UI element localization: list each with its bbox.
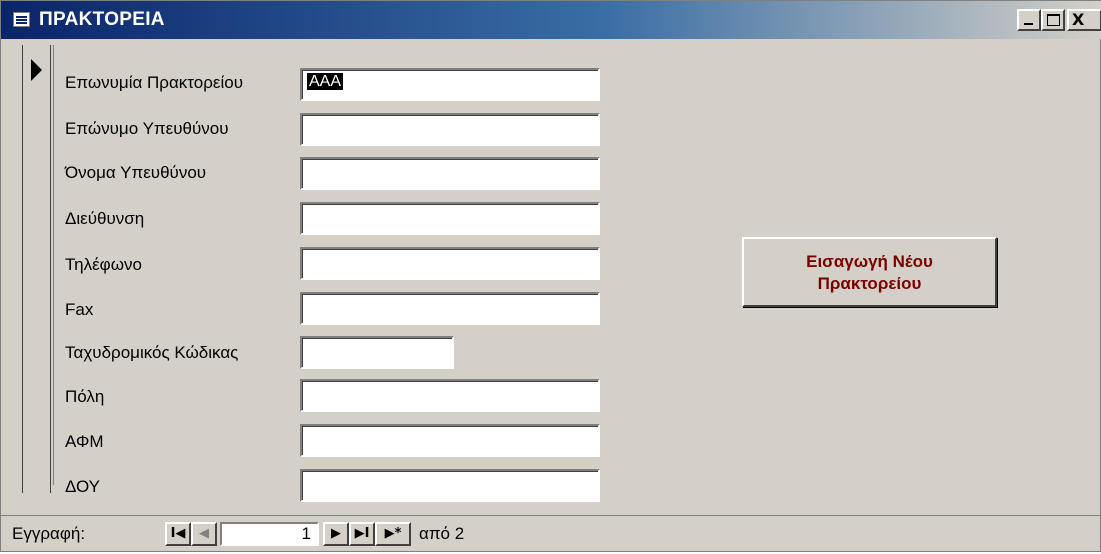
record-selector[interactable] xyxy=(22,45,51,493)
label-address: Διεύθυνση xyxy=(65,209,145,228)
record-label: Εγγραφή: xyxy=(12,524,86,543)
afm-field[interactable] xyxy=(300,424,600,457)
first-record-button[interactable]: I◀ xyxy=(165,522,191,546)
manager-surname-field[interactable] xyxy=(300,113,600,146)
label-agency-name: Επωνυμία Πρακτορείου xyxy=(65,73,244,92)
last-record-button[interactable]: ▶I xyxy=(349,522,375,546)
label-city: Πόλη xyxy=(65,387,105,406)
current-record-input[interactable]: 1 xyxy=(220,522,319,546)
label-afm: ΑΦΜ xyxy=(65,432,104,451)
detail-divider xyxy=(53,45,54,485)
fax-field[interactable] xyxy=(300,292,600,325)
label-manager-name: Όνομα Υπευθύνου xyxy=(65,163,207,182)
label-postal-code: Ταχυδρομικός Κώδικας xyxy=(65,343,239,362)
close-button[interactable]: X xyxy=(1067,9,1101,31)
manager-name-field[interactable] xyxy=(300,157,600,190)
minimize-button[interactable] xyxy=(1017,9,1041,31)
title-bar[interactable]: ΠΡΑΚΤΟΡΕΙΑ X xyxy=(1,1,1101,39)
city-field[interactable] xyxy=(300,379,600,412)
current-record-arrow-icon xyxy=(31,59,42,81)
record-selector-border xyxy=(22,45,23,493)
new-agency-button[interactable]: Εισαγωγή Νέου Πρακτορείου xyxy=(742,237,997,307)
new-record-button[interactable]: ▶* xyxy=(375,522,411,546)
new-agency-button-line2: Πρακτορείου xyxy=(817,274,922,293)
agency-name-field[interactable]: ΑΑΑ xyxy=(300,68,600,101)
record-count-text: από 2 xyxy=(419,524,465,543)
agency-name-value: ΑΑΑ xyxy=(307,73,344,90)
label-phone: Τηλέφωνο xyxy=(65,255,142,274)
record-navigation-bar: Εγγραφή: I◀ ◀ 1 ▶ ▶I ▶* από 2 xyxy=(1,515,1101,554)
new-agency-button-line1: Εισαγωγή Νέου xyxy=(806,252,933,271)
address-field[interactable] xyxy=(300,202,600,235)
agencies-form-window: ΠΡΑΚΤΟΡΕΙΑ X Επωνυμία Πρακτορείου ΑΑΑ Επ… xyxy=(0,0,1101,552)
maximize-button[interactable] xyxy=(1041,9,1065,31)
label-doy: ΔΟΥ xyxy=(65,477,101,496)
next-record-button[interactable]: ▶ xyxy=(323,522,349,546)
doy-field[interactable] xyxy=(300,469,600,502)
label-manager-surname: Επώνυμο Υπευθύνου xyxy=(65,119,229,138)
postal-code-field[interactable] xyxy=(300,336,454,369)
form-icon[interactable] xyxy=(13,12,30,27)
label-fax: Fax xyxy=(65,300,94,319)
phone-field[interactable] xyxy=(300,247,600,280)
previous-record-button[interactable]: ◀ xyxy=(191,522,217,546)
window-title: ΠΡΑΚΤΟΡΕΙΑ xyxy=(39,9,165,30)
